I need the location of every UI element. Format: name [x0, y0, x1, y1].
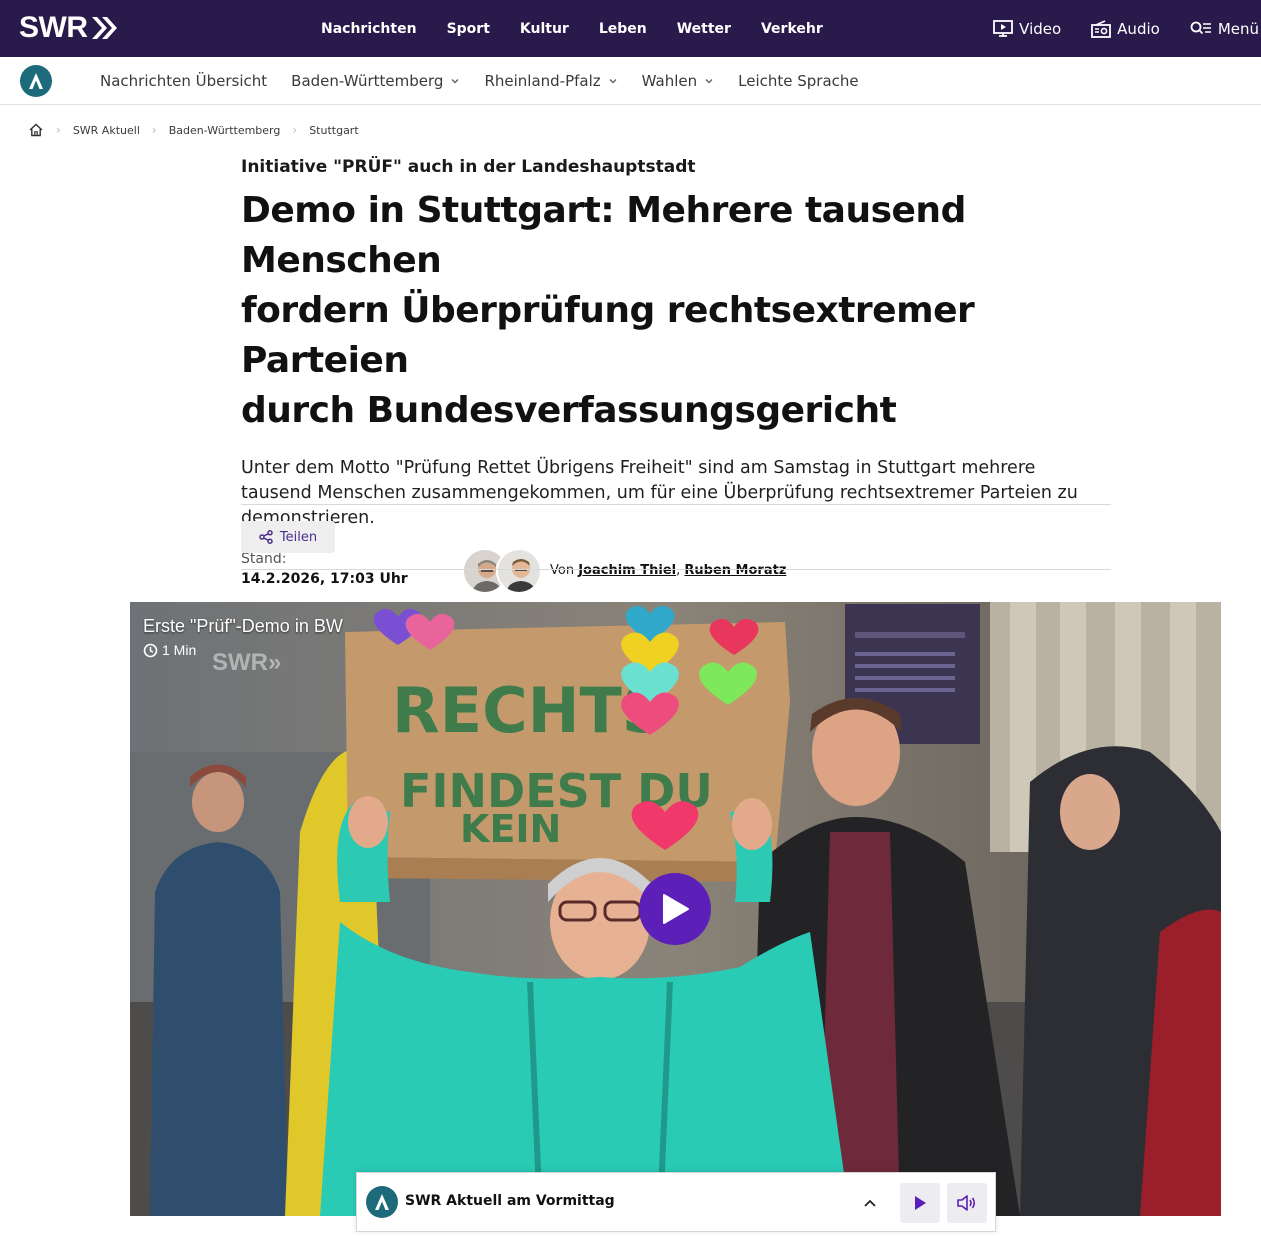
- video-icon: [993, 19, 1014, 37]
- share-button[interactable]: Teilen: [241, 521, 335, 553]
- chevron-down-icon: [451, 78, 459, 84]
- player-play-button[interactable]: [900, 1183, 940, 1223]
- search-menu-icon: [1190, 21, 1211, 34]
- byline: Von Joachim Thiel, Ruben Moratz: [550, 563, 786, 578]
- menu-label: Menü: [1217, 19, 1259, 38]
- chevron-right-icon: ›: [292, 123, 298, 137]
- article-kicker: Initiative "PRÜF" auch in der Landeshaup…: [241, 157, 696, 177]
- video-label: Video: [1019, 19, 1062, 38]
- player-expand-button[interactable]: [855, 1189, 885, 1217]
- top-bar: SWR Nachrichten Sport Kultur Leben Wette…: [0, 0, 1261, 57]
- share-icon: [259, 530, 273, 544]
- author-separator: ,: [676, 563, 681, 578]
- byline-prefix: Von: [550, 563, 575, 578]
- author-avatars: [462, 548, 542, 596]
- subnav-label: Baden-Württemberg: [291, 72, 444, 90]
- player-title: SWR Aktuell am Vormittag: [405, 1193, 615, 1209]
- player-volume-button[interactable]: [947, 1183, 987, 1223]
- divider: [241, 569, 1111, 570]
- audio-link[interactable]: Audio: [1091, 20, 1160, 38]
- subnav-leichte-sprache[interactable]: Leichte Sprache: [726, 72, 871, 90]
- subnav-label: Wahlen: [641, 72, 698, 90]
- main-nav: Nachrichten Sport Kultur Leben Wetter Ve…: [306, 0, 838, 57]
- subnav-baden-wuerttemberg[interactable]: Baden-Württemberg: [279, 72, 472, 90]
- video-title: Erste "Prüf"-Demo in BW: [143, 616, 343, 636]
- audio-mini-player: SWR Aktuell am Vormittag: [356, 1172, 996, 1232]
- article-header: Initiative "PRÜF" auch in der Landeshaup…: [241, 155, 1111, 601]
- subnav-wahlen[interactable]: Wahlen: [630, 72, 726, 90]
- section-nav-items: Nachrichten Übersicht Baden-Württemberg …: [88, 57, 871, 105]
- home-icon[interactable]: [28, 123, 44, 137]
- chevron-down-icon: [705, 78, 713, 84]
- breadcrumb: › SWR Aktuell › Baden-Württemberg › Stut…: [28, 121, 359, 139]
- sign-text: KEIN: [460, 807, 561, 851]
- chevron-down-icon: [609, 78, 617, 84]
- author-photo-icon: [498, 550, 540, 592]
- video-link[interactable]: Video: [993, 20, 1061, 38]
- headline-line: fordern Überprüfung rechtsextremer Parte…: [241, 290, 975, 381]
- swr-aktuell-logo[interactable]: [20, 65, 52, 97]
- breadcrumb-swr-aktuell[interactable]: SWR Aktuell: [73, 124, 140, 137]
- nav-verkehr[interactable]: Verkehr: [746, 21, 838, 37]
- headline-line: Demo in Stuttgart: Mehrere tausend Mensc…: [241, 190, 966, 281]
- subnav-nachrichten-uebersicht[interactable]: Nachrichten Übersicht: [88, 72, 279, 90]
- menu-button[interactable]: Menü: [1190, 20, 1259, 38]
- header-actions: Video Audio Menü: [963, 0, 1261, 57]
- breadcrumb-stuttgart[interactable]: Stuttgart: [309, 124, 358, 137]
- aktuell-logo-icon: [29, 73, 43, 89]
- audio-label: Audio: [1117, 19, 1160, 38]
- stand-label: Stand:: [241, 551, 287, 567]
- subnav-label: Leichte Sprache: [738, 72, 859, 90]
- article-lead: Unter dem Motto "Prüfung Rettet Übrigens…: [241, 458, 1078, 528]
- play-icon: [663, 894, 689, 924]
- subnav-label: Rheinland-Pfalz: [484, 72, 601, 90]
- avatar[interactable]: [496, 548, 542, 594]
- author-link-2[interactable]: Ruben Moratz: [684, 563, 786, 578]
- radio-icon: [1091, 19, 1112, 38]
- swr-logo[interactable]: SWR: [19, 11, 118, 45]
- aktuell-logo-icon: [375, 1194, 389, 1210]
- logo-chevrons-icon: [91, 17, 117, 39]
- clock-icon: [143, 643, 158, 657]
- play-icon: [915, 1196, 926, 1210]
- nav-wetter[interactable]: Wetter: [662, 21, 746, 37]
- logo-text: SWR: [19, 11, 88, 44]
- stand-date: 14.2.2026, 17:03 Uhr: [241, 571, 408, 587]
- nav-sport[interactable]: Sport: [432, 21, 505, 37]
- headline-line: durch Bundesverfassungsgericht: [241, 390, 897, 431]
- player-station-logo: [366, 1186, 398, 1218]
- volume-icon: [957, 1195, 976, 1211]
- breadcrumb-baden-wuerttemberg[interactable]: Baden-Württemberg: [169, 124, 281, 137]
- share-label: Teilen: [279, 529, 318, 545]
- video-duration: 1 Min: [143, 642, 196, 658]
- watermark: SWR»: [212, 649, 281, 676]
- author-link-1[interactable]: Joachim Thiel: [578, 563, 676, 578]
- chevron-right-icon: ›: [151, 123, 157, 137]
- nav-nachrichten[interactable]: Nachrichten: [306, 21, 432, 37]
- duration-label: 1 Min: [162, 642, 197, 658]
- article-meta: Stand: 14.2.2026, 17:03 Uhr Von Joachim …: [241, 548, 1111, 601]
- subnav-label: Nachrichten Übersicht: [100, 72, 268, 90]
- divider: [241, 504, 1111, 505]
- nav-leben[interactable]: Leben: [584, 21, 662, 37]
- section-nav: Nachrichten Übersicht Baden-Württemberg …: [0, 57, 1261, 105]
- video-play-button[interactable]: [639, 873, 711, 945]
- article-headline: Demo in Stuttgart: Mehrere tausend Mensc…: [241, 186, 1111, 436]
- chevron-right-icon: ›: [56, 123, 61, 137]
- nav-kultur[interactable]: Kultur: [505, 21, 584, 37]
- chevron-up-icon: [864, 1199, 876, 1207]
- video-player[interactable]: RECHTS FINDEST DU KEIN SWR» Erste "Prüf"…: [130, 602, 1221, 1216]
- subnav-rheinland-pfalz[interactable]: Rheinland-Pfalz: [472, 72, 629, 90]
